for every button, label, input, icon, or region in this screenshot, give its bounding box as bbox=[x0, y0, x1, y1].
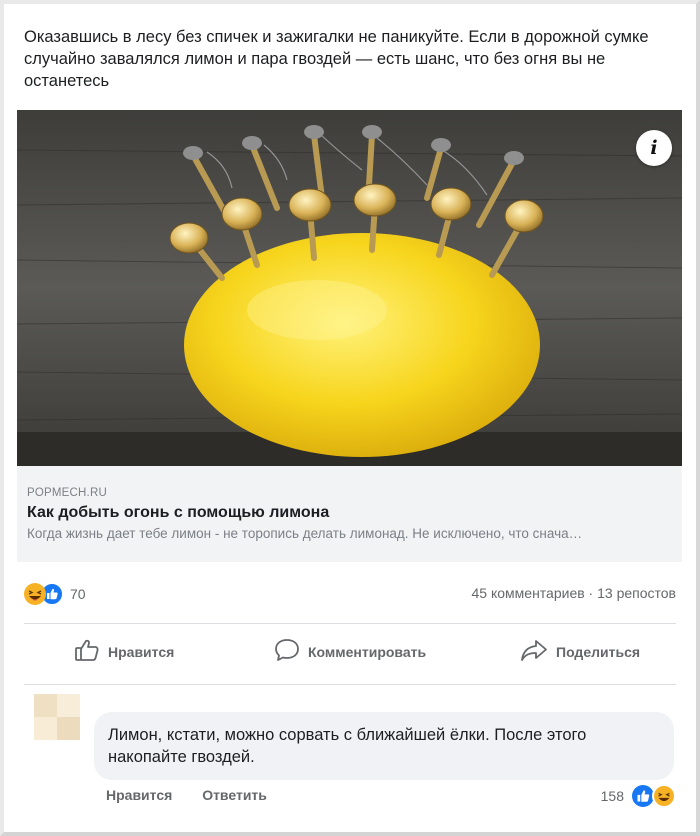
link-domain: POPMECH.RU bbox=[27, 487, 107, 499]
lemon-with-nails-photo bbox=[17, 110, 682, 466]
post-stats: 70 45 комментариев · 13 репостов bbox=[24, 580, 676, 606]
thumbs-up-icon bbox=[74, 638, 100, 665]
comment-label: Комментировать bbox=[308, 643, 427, 660]
comment-button[interactable]: Комментировать bbox=[274, 638, 426, 665]
like-button[interactable]: Нравится bbox=[74, 638, 174, 665]
comment-reaction-count: 158 bbox=[600, 788, 624, 804]
comment-like-button[interactable]: Нравится bbox=[106, 787, 172, 803]
like-label: Нравится bbox=[108, 643, 175, 660]
link-description: Когда жизнь дает тебе лимон - не торопис… bbox=[27, 526, 583, 541]
info-icon[interactable]: i bbox=[636, 130, 672, 166]
like-icon bbox=[632, 785, 654, 807]
comment-reply-button[interactable]: Ответить bbox=[202, 787, 267, 803]
share-label: Поделиться bbox=[556, 643, 641, 660]
comment-actions: Нравится Ответить bbox=[106, 787, 293, 803]
divider bbox=[24, 684, 676, 685]
post-image[interactable]: i bbox=[17, 110, 682, 466]
haha-icon bbox=[652, 784, 676, 808]
haha-icon bbox=[24, 583, 46, 605]
comment-reactions[interactable]: 158 bbox=[601, 784, 676, 808]
speech-bubble-icon bbox=[274, 638, 300, 665]
comments-reposts-count[interactable]: 45 комментариев · 13 репостов bbox=[472, 585, 677, 601]
reaction-count: 70 bbox=[70, 586, 86, 602]
divider bbox=[24, 623, 676, 624]
share-arrow-icon bbox=[520, 638, 548, 665]
reaction-summary[interactable]: 70 bbox=[24, 582, 86, 606]
comment: Лимон, кстати, можно сорвать с ближайшей… bbox=[34, 694, 676, 794]
share-button[interactable]: Поделиться bbox=[520, 638, 640, 665]
avatar[interactable] bbox=[34, 694, 80, 740]
comment-text: Лимон, кстати, можно сорвать с ближайшей… bbox=[94, 712, 674, 780]
post-actions: Нравится Комментировать Поделиться bbox=[24, 630, 676, 680]
link-preview[interactable]: POPMECH.RU Как добыть огонь с помощью ли… bbox=[17, 466, 682, 562]
link-title[interactable]: Как добыть огонь с помощью лимона bbox=[27, 504, 329, 522]
post-text: Оказавшись в лесу без спичек и зажигалки… bbox=[24, 28, 649, 90]
